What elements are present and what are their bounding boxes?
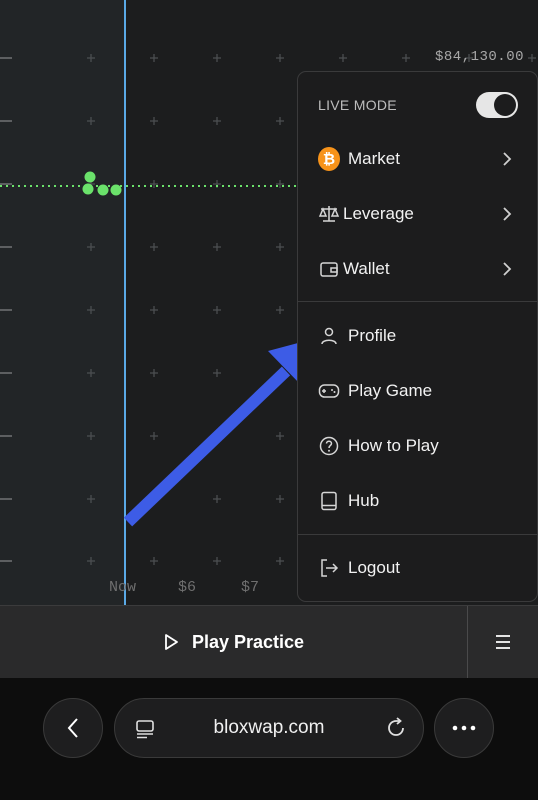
play-practice-button[interactable]: Play Practice	[0, 606, 466, 678]
gamepad-icon	[318, 380, 340, 402]
play-practice-label: Play Practice	[191, 631, 305, 652]
chevron-right-icon	[503, 206, 512, 221]
help-icon	[318, 435, 340, 457]
menu-item-how-to-play[interactable]: How to Play	[298, 418, 537, 473]
toggle-knob	[494, 94, 516, 116]
user-icon	[318, 325, 340, 347]
menu-item-play-game[interactable]: Play Game	[298, 363, 537, 418]
chevron-right-icon	[503, 151, 512, 166]
reload-icon[interactable]	[385, 717, 407, 739]
chevron-left-icon	[67, 718, 78, 738]
address-bar[interactable]: bloxwap.com	[114, 698, 424, 758]
ellipsis-icon	[452, 725, 476, 731]
price-dot	[82, 183, 94, 195]
menu-item-wallet[interactable]: Wallet	[298, 241, 537, 296]
menu-item-hub[interactable]: Hub	[298, 473, 537, 528]
hamburger-icon	[496, 635, 510, 649]
price-axis-label: $84,130.00	[434, 49, 524, 65]
logout-icon	[318, 557, 340, 579]
x-tick-now: Now	[109, 579, 137, 596]
menu-divider	[298, 534, 537, 535]
menu-toggle-button[interactable]	[467, 606, 538, 678]
menu-item-label: Profile	[348, 325, 397, 345]
book-icon	[318, 490, 340, 512]
menu-item-leverage[interactable]: Leverage	[298, 186, 537, 241]
live-mode-label: LIVE MODE	[318, 97, 397, 113]
price-dot	[97, 184, 109, 196]
play-icon	[165, 634, 178, 650]
browser-toolbar: bloxwap.com	[0, 678, 538, 800]
menu-item-label: How to Play	[348, 435, 439, 455]
scale-icon	[318, 203, 340, 225]
menu-item-label: Logout	[348, 557, 400, 577]
menu-item-label: Play Game	[348, 380, 433, 400]
price-dot	[84, 171, 96, 183]
url-text: bloxwap.com	[213, 717, 325, 738]
menu-divider	[298, 301, 537, 302]
bitcoin-icon: ₿	[318, 146, 340, 171]
menu-item-label: Leverage	[343, 203, 414, 223]
action-bar: Play Practice	[0, 605, 538, 678]
x-tick-7: $7	[241, 579, 260, 596]
main-menu: LIVE MODE ₿ Market Leverage Wallet Profi…	[297, 71, 538, 602]
menu-item-label: Hub	[348, 490, 380, 510]
chevron-right-icon	[503, 261, 512, 276]
more-options-button[interactable]	[434, 698, 494, 758]
menu-item-label: Wallet	[343, 258, 390, 278]
back-button[interactable]	[43, 698, 103, 758]
menu-item-logout[interactable]: Logout	[298, 540, 537, 595]
live-mode-toggle[interactable]	[476, 92, 518, 118]
x-tick-6: $6	[178, 579, 197, 596]
price-dot	[110, 184, 122, 196]
menu-item-market[interactable]: ₿ Market	[298, 131, 537, 186]
menu-item-profile[interactable]: Profile	[298, 308, 537, 363]
menu-item-label: Market	[348, 148, 400, 168]
wallet-icon	[318, 258, 340, 280]
